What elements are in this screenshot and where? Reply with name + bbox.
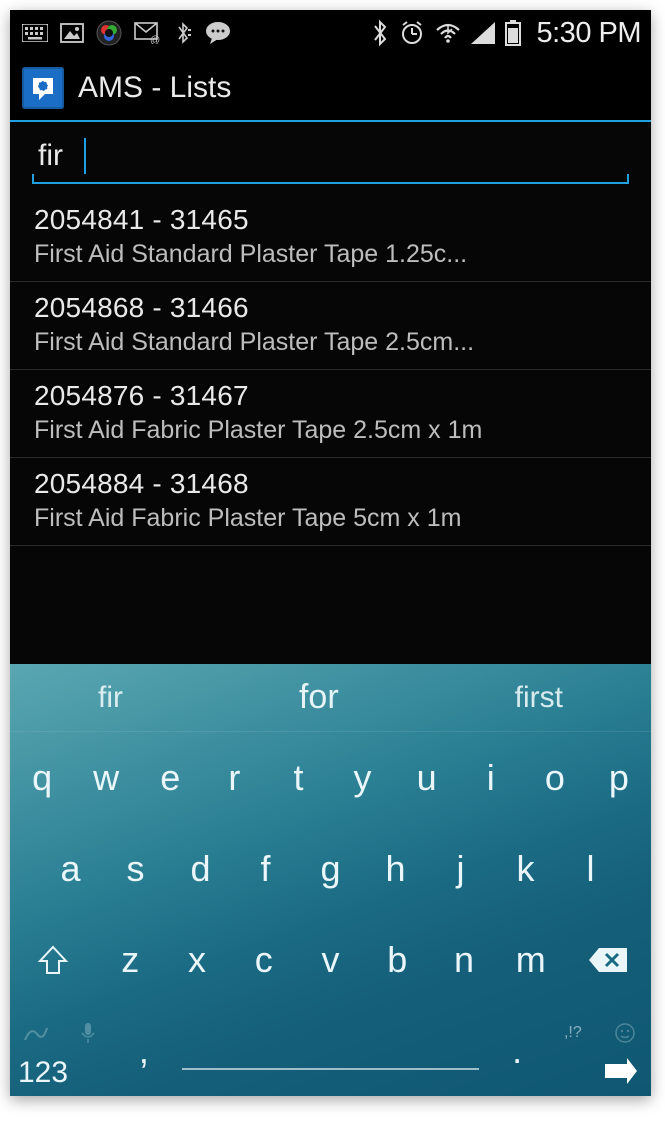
keyboard-icon	[22, 24, 48, 42]
swiftkey-icon[interactable]	[10, 1022, 62, 1044]
comma-key[interactable]: ,	[114, 1030, 174, 1072]
key-e[interactable]: e	[138, 757, 202, 799]
status-bar: @ 5:30 PM	[10, 10, 651, 56]
key-i[interactable]: i	[459, 757, 523, 799]
status-clock: 5:30 PM	[537, 17, 642, 50]
enter-key[interactable]	[599, 1056, 639, 1086]
item-desc: First Aid Fabric Plaster Tape 2.5cm x 1m	[34, 416, 627, 445]
key-l[interactable]: l	[558, 848, 623, 890]
item-desc: First Aid Standard Plaster Tape 1.25c...	[34, 240, 627, 269]
item-code: 2054868 - 31466	[34, 292, 627, 324]
app-icon	[22, 67, 64, 109]
item-code: 2054884 - 31468	[34, 468, 627, 500]
picture-icon	[60, 23, 84, 43]
key-g[interactable]: g	[298, 848, 363, 890]
wifi-icon	[435, 22, 461, 44]
search-field-wrap	[10, 122, 651, 194]
key-row: q w e r t y u i o p	[10, 732, 651, 823]
key-o[interactable]: o	[523, 757, 587, 799]
shift-key[interactable]	[10, 943, 97, 977]
key-y[interactable]: y	[331, 757, 395, 799]
numeric-key[interactable]: 123	[18, 1056, 88, 1090]
item-code: 2054876 - 31467	[34, 380, 627, 412]
camera-color-icon	[96, 20, 122, 46]
status-right: 5:30 PM	[371, 17, 642, 50]
text-cursor	[84, 138, 86, 174]
svg-text:@: @	[150, 35, 160, 44]
key-a[interactable]: a	[38, 848, 103, 890]
empty-area	[10, 546, 651, 664]
key-row: z x c v b n m	[10, 914, 651, 1005]
key-x[interactable]: x	[164, 939, 231, 981]
suggestion[interactable]: for	[299, 678, 339, 717]
search-underline	[32, 136, 629, 184]
app-bar: AMS - Lists	[10, 56, 651, 122]
list-item[interactable]: 2054876 - 31467 First Aid Fabric Plaster…	[10, 370, 651, 458]
screen: @ 5:30 PM	[10, 10, 651, 1096]
key-t[interactable]: t	[266, 757, 330, 799]
list-item[interactable]: 2054884 - 31468 First Aid Fabric Plaster…	[10, 458, 651, 546]
soft-keyboard: fir for first q w e r t y u i o p a s d …	[10, 664, 651, 1096]
status-left: @	[22, 20, 232, 46]
alarm-icon	[399, 20, 425, 46]
key-row: 123 , . ,!?	[10, 1005, 651, 1096]
key-f[interactable]: f	[233, 848, 298, 890]
key-d[interactable]: d	[168, 848, 233, 890]
bluetooth-icon	[371, 19, 389, 47]
suggestion[interactable]: first	[515, 681, 563, 715]
chat-bubble-icon	[204, 20, 232, 46]
signal-icon	[471, 22, 495, 44]
key-s[interactable]: s	[103, 848, 168, 890]
results-list: 2054841 - 31465 First Aid Standard Plast…	[10, 194, 651, 546]
key-c[interactable]: c	[230, 939, 297, 981]
list-item[interactable]: 2054868 - 31466 First Aid Standard Plast…	[10, 282, 651, 370]
key-n[interactable]: n	[431, 939, 498, 981]
emoji-icon[interactable]	[599, 1022, 651, 1044]
battery-icon	[505, 20, 521, 46]
key-row: a s d f g h j k l	[10, 823, 651, 914]
punct-key[interactable]: ,!?	[547, 1024, 599, 1042]
key-h[interactable]: h	[363, 848, 428, 890]
key-r[interactable]: r	[202, 757, 266, 799]
bt-small-icon	[174, 21, 192, 45]
mail-attach-icon: @	[134, 22, 162, 44]
search-input[interactable]	[32, 136, 629, 184]
list-item[interactable]: 2054841 - 31465 First Aid Standard Plast…	[10, 194, 651, 282]
key-p[interactable]: p	[587, 757, 651, 799]
space-key[interactable]	[182, 1026, 480, 1070]
key-v[interactable]: v	[297, 939, 364, 981]
key-m[interactable]: m	[497, 939, 564, 981]
key-q[interactable]: q	[10, 757, 74, 799]
backspace-key[interactable]	[564, 944, 651, 976]
key-k[interactable]: k	[493, 848, 558, 890]
period-key[interactable]: .	[487, 1030, 547, 1072]
key-j[interactable]: j	[428, 848, 493, 890]
suggestion-bar: fir for first	[10, 664, 651, 732]
key-u[interactable]: u	[395, 757, 459, 799]
app-title: AMS - Lists	[78, 71, 231, 105]
key-w[interactable]: w	[74, 757, 138, 799]
mic-icon[interactable]	[62, 1021, 114, 1045]
item-desc: First Aid Fabric Plaster Tape 5cm x 1m	[34, 504, 627, 533]
key-b[interactable]: b	[364, 939, 431, 981]
item-code: 2054841 - 31465	[34, 204, 627, 236]
suggestion[interactable]: fir	[98, 681, 123, 715]
item-desc: First Aid Standard Plaster Tape 2.5cm...	[34, 328, 627, 357]
key-z[interactable]: z	[97, 939, 164, 981]
